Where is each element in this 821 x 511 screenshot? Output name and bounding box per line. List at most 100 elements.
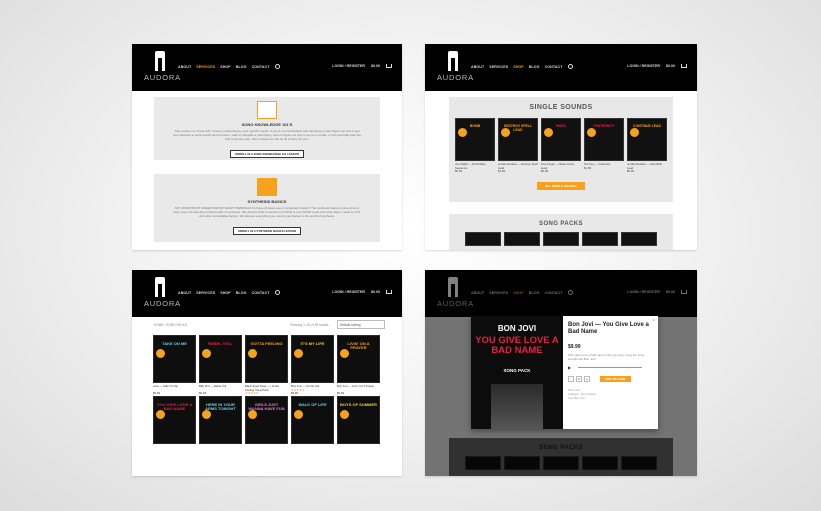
product-image[interactable]: WALK OF LIFE — [291, 396, 334, 444]
cart-total[interactable]: $0.00 — [371, 64, 380, 68]
product-image[interactable]: BOYS OF SUMMER — [337, 396, 380, 444]
nav-services[interactable]: SERVICES — [489, 291, 508, 295]
nav-services[interactable]: SERVICES — [196, 65, 215, 69]
single-sound-thumb[interactable]: BOMB — [455, 118, 495, 161]
single-sound-thumb[interactable]: BASS — [541, 118, 581, 161]
nav-shop[interactable]: SHOP — [513, 291, 524, 295]
login-link[interactable]: LOGIN / REGISTER — [332, 290, 365, 294]
product-image[interactable]: HERE IN YOUR ARMS TONIGHT — [199, 396, 242, 444]
nav-services[interactable]: SERVICES — [489, 65, 508, 69]
search-icon[interactable] — [274, 290, 280, 295]
nav-blog[interactable]: BLOG — [529, 65, 540, 69]
nav-contact[interactable]: CONTACT — [545, 65, 563, 69]
song-pack-thumb[interactable] — [504, 232, 540, 246]
close-icon[interactable]: × — [652, 318, 655, 324]
search-icon[interactable] — [274, 64, 280, 69]
nav-about[interactable]: ABOUT — [471, 291, 484, 295]
site-logo[interactable]: AUDORA — [437, 277, 473, 313]
single-sound-meta[interactable]: Jordan Rudess — Woodhart Lead $0.99 — [627, 162, 667, 174]
enroll-button[interactable]: ENROLL IN A SONG KNOWLEDGE 101 LESSON — [230, 149, 304, 158]
product-image[interactable]: LIVIN' ON A PRAYER — [337, 335, 380, 383]
login-link[interactable]: LOGIN / REGISTER — [627, 64, 660, 68]
song-pack-thumb[interactable] — [621, 232, 657, 246]
nav-shop[interactable]: SHOP — [513, 65, 524, 69]
product-card[interactable]: GIRLS JUST WANNA HAVE FUN — [245, 396, 288, 457]
product-image[interactable]: YOU GIVE LOVE A BAD NAME — [153, 396, 196, 444]
product-image[interactable]: IT'S MY LIFE — [291, 335, 334, 383]
single-sound-meta[interactable]: Five Finger — Blues Arrow Lead $0.99 — [541, 162, 581, 174]
cart-icon[interactable] — [681, 64, 687, 68]
single-sound-meta[interactable]: Joe Walsh — Rock Bass Sequence $0.99 — [455, 162, 495, 174]
nav-blog[interactable]: BLOG — [529, 291, 540, 295]
nav-contact[interactable]: CONTACT — [252, 65, 270, 69]
single-sound-thumb[interactable]: FRATERNITY — [584, 118, 624, 161]
login-link[interactable]: LOGIN / REGISTER — [332, 64, 365, 68]
nav-contact[interactable]: CONTACT — [545, 291, 563, 295]
song-pack-thumb[interactable] — [543, 232, 579, 246]
search-icon[interactable] — [567, 64, 573, 69]
product-tag[interactable]: Tag: Bon Jovi — [568, 396, 652, 400]
sale-badge — [340, 410, 349, 419]
add-to-cart-button[interactable]: ADD TO CART — [600, 376, 631, 382]
site-logo[interactable]: AUDORA — [437, 51, 473, 87]
song-pack-thumb[interactable] — [465, 232, 501, 246]
site-logo[interactable]: AUDORA — [144, 51, 180, 87]
sale-badge — [458, 128, 467, 137]
quantity-input[interactable]: 1 — [576, 376, 582, 382]
cart-total[interactable]: $0.00 — [371, 290, 380, 294]
search-icon[interactable] — [567, 290, 573, 295]
product-image[interactable]: GIRLS JUST WANNA HAVE FUN — [245, 396, 288, 444]
single-sound-meta[interactable]: Our Key — Fraternity $1.99 — [584, 162, 624, 174]
increment-button[interactable]: + — [584, 376, 590, 382]
nav-contact[interactable]: CONTACT — [252, 291, 270, 295]
product-image[interactable]: TAKE ON ME — [153, 335, 196, 383]
product-price: $0.99 — [455, 169, 462, 174]
single-sound-thumb[interactable]: CONTINUE LEAD — [627, 118, 667, 161]
cart-icon[interactable] — [386, 64, 392, 68]
product-name[interactable]: a-ha — Take On Me — [153, 384, 178, 388]
enroll-button[interactable]: ENROLL IN A SYNTHESIS BASICS LESSON — [233, 226, 301, 235]
product-card[interactable]: GOTTA FEELING Black Eyed Peas — I Gotta F… — [245, 335, 288, 399]
nav-shop[interactable]: SHOP — [220, 65, 231, 69]
nav-shop[interactable]: SHOP — [220, 291, 231, 295]
product-name[interactable]: Billy Idol — Rebel Yell — [199, 384, 226, 388]
product-card[interactable]: IT'S MY LIFE Bon Jovi — It's My Life ★★★★★… — [291, 335, 334, 396]
play-icon[interactable]: ▶ — [568, 365, 571, 370]
single-sound-meta[interactable]: Jordan Rudess — Destroy Spell Lead $1.99 — [498, 162, 538, 174]
product-card[interactable]: REBEL YELL Billy Idol — Rebel Yell $9.99 — [199, 335, 242, 396]
song-pack-thumb[interactable] — [582, 232, 618, 246]
product-card[interactable]: WALK OF LIFE — [291, 396, 334, 457]
sale-badge — [202, 410, 211, 419]
decrement-button[interactable]: - — [568, 376, 574, 382]
sale-badge — [340, 349, 349, 358]
cart-total[interactable]: $0.00 — [666, 64, 675, 68]
nav-about[interactable]: ABOUT — [178, 291, 191, 295]
nav-about[interactable]: ABOUT — [178, 65, 191, 69]
nav-about[interactable]: ABOUT — [471, 65, 484, 69]
product-card[interactable]: BOYS OF SUMMER — [337, 396, 380, 457]
product-image[interactable]: GOTTA FEELING — [245, 335, 288, 383]
cart-icon[interactable] — [386, 290, 392, 294]
nav-blog[interactable]: BLOG — [236, 291, 247, 295]
cart-icon[interactable] — [681, 290, 687, 294]
product-card[interactable]: LIVIN' ON A PRAYER Bon Jovi — Livin' On A… — [337, 335, 380, 396]
product-card[interactable]: TAKE ON ME a-ha — Take On Me $9.99 — [153, 335, 196, 396]
screenshot-quick-view-modal: AUDORA ABOUT SERVICES SHOP BLOG CONTACT … — [425, 270, 697, 476]
sort-select[interactable]: Default sorting — [337, 320, 385, 329]
product-price: $1.99 — [584, 165, 591, 170]
product-card[interactable]: HERE IN YOUR ARMS TONIGHT — [199, 396, 242, 457]
cart-total[interactable]: $0.00 — [666, 290, 675, 294]
nav-services[interactable]: SERVICES — [196, 291, 215, 295]
product-name[interactable]: Bon Jovi — Livin' On A Prayer — [337, 384, 374, 388]
progress-bar[interactable] — [578, 367, 642, 368]
all-single-sounds-button[interactable]: ALL SINGLE SOUNDS — [537, 181, 585, 190]
sale-badge — [248, 349, 257, 358]
single-sound-thumb[interactable]: DESTROY SPELL LEAD — [498, 118, 538, 161]
product-image[interactable]: REBEL YELL — [199, 335, 242, 383]
product-card[interactable]: YOU GIVE LOVE A BAD NAME — [153, 396, 196, 457]
audio-player[interactable]: ▶ — [568, 365, 652, 370]
login-link[interactable]: LOGIN / REGISTER — [627, 290, 660, 294]
site-logo[interactable]: AUDORA — [144, 277, 180, 313]
nav-blog[interactable]: BLOG — [236, 65, 247, 69]
graduation-cap-icon — [257, 101, 277, 119]
